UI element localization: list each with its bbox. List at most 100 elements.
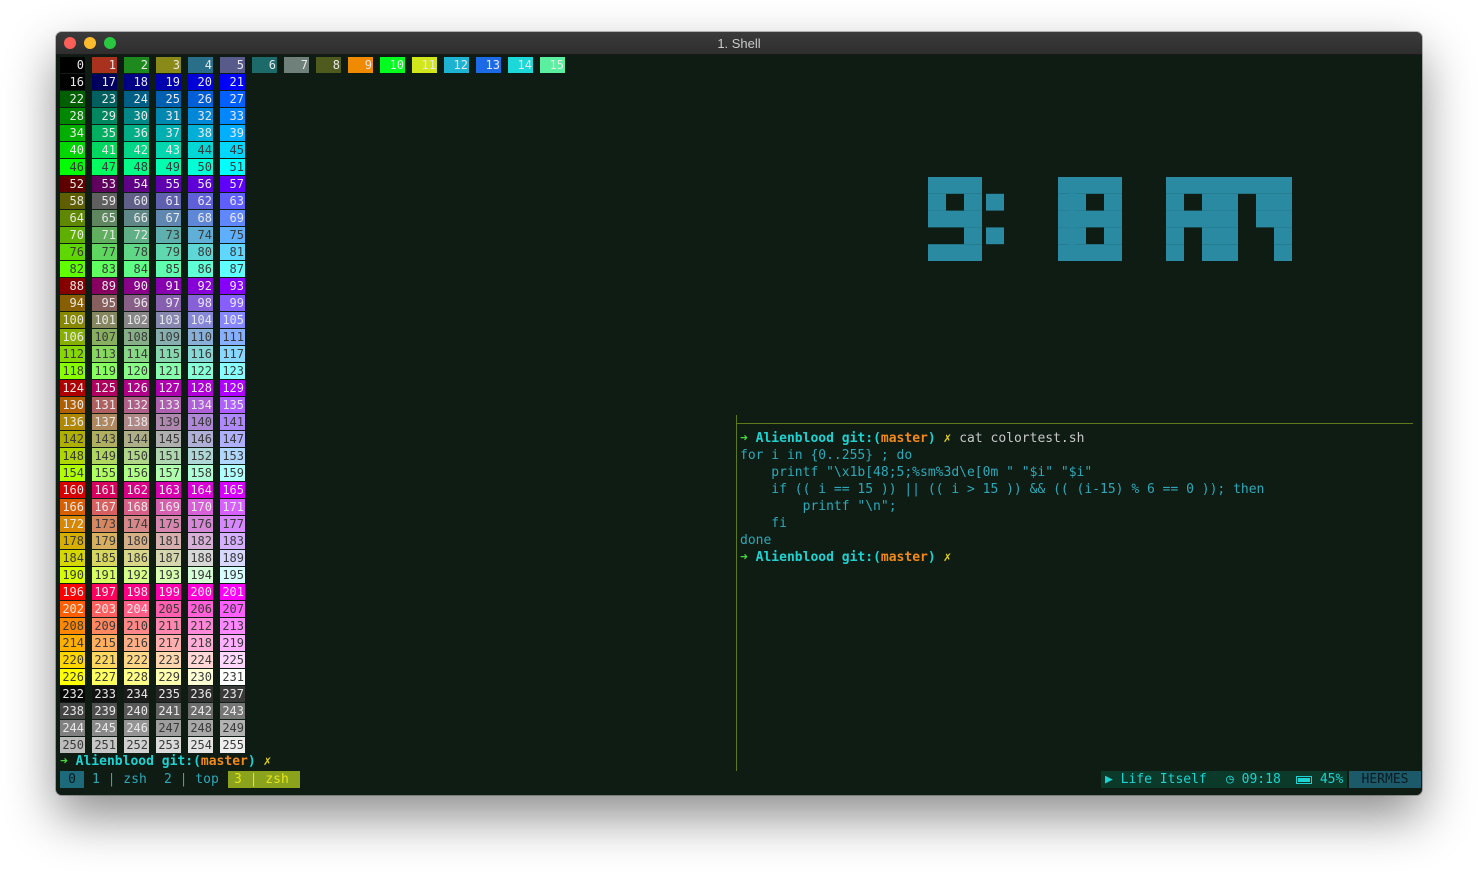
script-line-4: fi	[740, 516, 787, 531]
color-cell-12: 12	[444, 57, 469, 73]
clock-block-1	[946, 177, 964, 194]
color-cell-168: 168	[124, 499, 149, 515]
color-cell-225: 225	[220, 652, 245, 668]
color-cell-209: 209	[92, 618, 117, 634]
color-cell-152: 152	[188, 448, 213, 464]
color-cell-45: 45	[220, 142, 245, 158]
color-cell-117: 117	[220, 346, 245, 362]
color-cell-82: 82	[60, 261, 85, 277]
color-cell-220: 220	[60, 652, 85, 668]
color-cell-129: 129	[220, 380, 245, 396]
color-cell-70: 70	[60, 227, 85, 243]
window-index: 2	[164, 772, 172, 787]
color-cell-213: 213	[220, 618, 245, 634]
color-cell-180: 180	[124, 533, 149, 549]
color-cell-81: 81	[220, 244, 245, 260]
color-cell-26: 26	[188, 91, 213, 107]
color-cell-136: 136	[60, 414, 85, 430]
color-cell-100: 100	[60, 312, 85, 328]
clock-block-31	[1104, 244, 1122, 261]
color-cell-162: 162	[124, 482, 149, 498]
color-cell-50: 50	[188, 159, 213, 175]
color-cell-95: 95	[92, 295, 117, 311]
script-line-0: for i in {0..255} ; do	[740, 448, 913, 463]
clock-block-5	[928, 210, 946, 228]
color-cell-101: 101	[92, 312, 117, 328]
color-cell-202: 202	[60, 601, 85, 617]
color-cell-166: 166	[60, 499, 85, 515]
color-cell-247: 247	[156, 720, 181, 736]
prompt-command: cat colortest.sh	[959, 431, 1085, 446]
color-cell-118: 118	[60, 363, 85, 379]
prompt-user: Alienblood	[755, 431, 834, 446]
color-cell-67: 67	[156, 210, 181, 226]
script-output: for i in {0..255} ; do printf "\x1b[48;5…	[740, 447, 1264, 549]
color-cell-144: 144	[124, 431, 149, 447]
color-cell-125: 125	[92, 380, 117, 396]
color-cell-192: 192	[124, 567, 149, 583]
clock-block-10	[946, 244, 964, 261]
color-cell-76: 76	[60, 244, 85, 260]
color-cell-239: 239	[92, 703, 117, 719]
clock-block-24	[1068, 210, 1086, 228]
color-cell-39: 39	[220, 125, 245, 141]
color-cell-11: 11	[412, 57, 437, 73]
title-bar[interactable]: 1. Shell	[56, 32, 1422, 55]
color-cell-28: 28	[60, 108, 85, 124]
tmux-window-2[interactable]: 2 | top	[164, 771, 219, 788]
clock-block-56	[1220, 244, 1238, 261]
color-cell-1: 1	[92, 57, 117, 73]
color-cell-92: 92	[188, 278, 213, 294]
battery-icon	[1296, 775, 1312, 784]
color-cell-93: 93	[220, 278, 245, 294]
color-cell-217: 217	[156, 635, 181, 651]
prompt-arrow: ➜	[60, 754, 68, 769]
terminal-area[interactable]: 0 1 2 3 4 5 6 7 8 9 10 11 12 13 14 15 16 17 18 19 20 21 22 23 24…	[56, 55, 1422, 795]
color-cell-149: 149	[92, 448, 117, 464]
tmux-window-3[interactable]: 3 | zsh	[228, 771, 300, 788]
pane-divider-vertical[interactable]	[736, 415, 737, 771]
color-cell-19: 19	[156, 74, 181, 90]
color-cell-183: 183	[220, 533, 245, 549]
color-cell-114: 114	[124, 346, 149, 362]
prompt-git: git:(	[161, 754, 201, 769]
color-cell-24: 24	[124, 91, 149, 107]
prompt-git-close: )	[927, 431, 936, 446]
color-cell-245: 245	[92, 720, 117, 736]
color-cell-124: 124	[60, 380, 85, 396]
script-line-5: done	[740, 533, 772, 548]
color-cell-230: 230	[188, 669, 213, 685]
color-cell-207: 207	[220, 601, 245, 617]
color-cell-94: 94	[60, 295, 85, 311]
color-cell-151: 151	[156, 448, 181, 464]
color-cell-48: 48	[124, 159, 149, 175]
color-cell-120: 120	[124, 363, 149, 379]
clock-block-55	[1274, 227, 1292, 245]
color-cell-188: 188	[188, 550, 213, 566]
color-cell-132: 132	[124, 397, 149, 413]
color-cell-42: 42	[124, 142, 149, 158]
clock-block-34	[1202, 177, 1220, 194]
color-cell-35: 35	[92, 125, 117, 141]
color-cell-62: 62	[188, 193, 213, 209]
right-pane[interactable]: ➜ Alienblood git:(master) ✗ cat colortes…	[740, 430, 1264, 566]
color-cell-110: 110	[188, 329, 213, 345]
color-cell-113: 113	[92, 346, 117, 362]
color-cell-233: 233	[92, 686, 117, 702]
color-cell-131: 131	[92, 397, 117, 413]
color-cell-143: 143	[92, 431, 117, 447]
color-cell-154: 154	[60, 465, 85, 481]
color-cell-15: 15	[540, 57, 565, 73]
tmux-window-0[interactable]: 0	[60, 771, 84, 788]
color-cell-156: 156	[124, 465, 149, 481]
tmux-window-1[interactable]: 1 | zsh	[92, 771, 147, 788]
clock-block-32	[1166, 177, 1184, 194]
color-cell-185: 185	[92, 550, 117, 566]
color-cell-119: 119	[92, 363, 117, 379]
prompt-git: git:(	[841, 431, 881, 446]
color-cell-73: 73	[156, 227, 181, 243]
color-cell-46: 46	[60, 159, 85, 175]
clock-block-35	[1166, 193, 1184, 211]
color-cell-79: 79	[156, 244, 181, 260]
clock-block-41	[1202, 227, 1220, 245]
